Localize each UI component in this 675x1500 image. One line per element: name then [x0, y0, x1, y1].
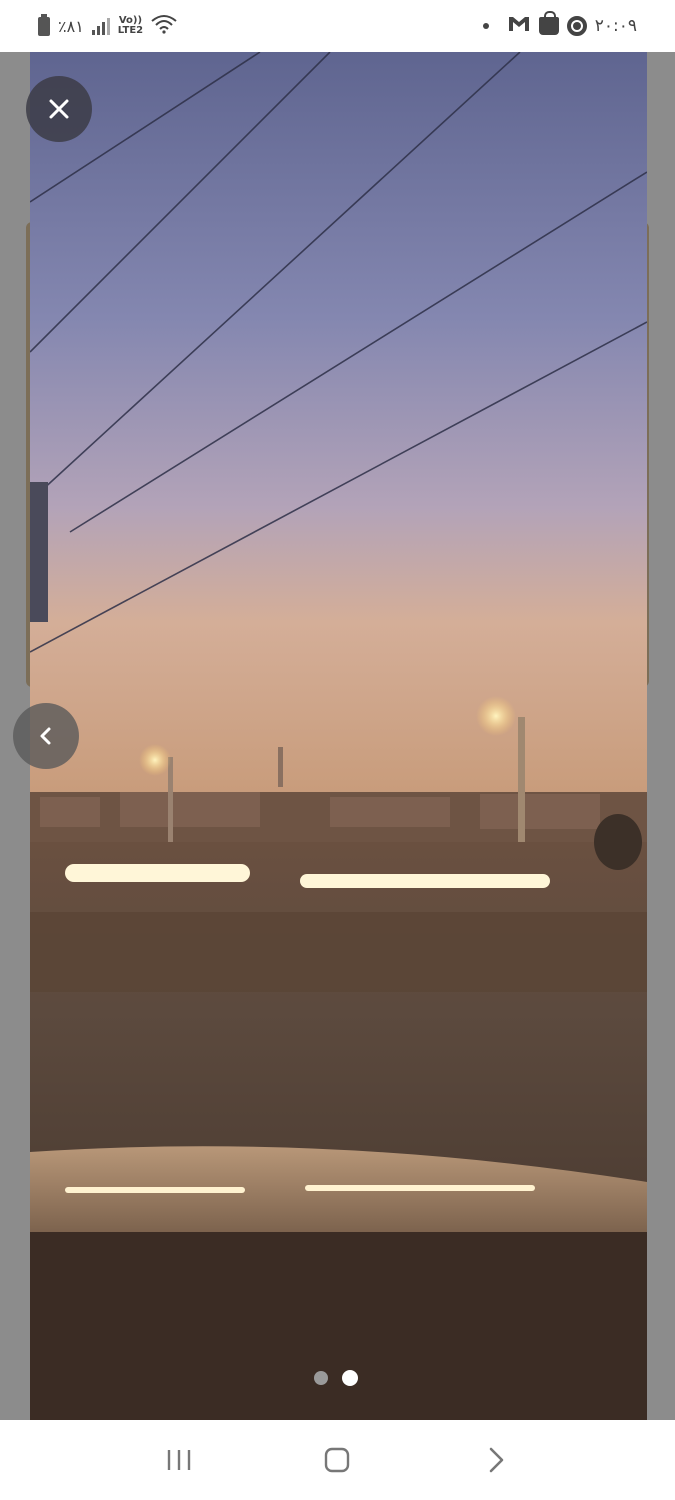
lte-label: LTE2 [117, 25, 144, 36]
battery-icon [38, 13, 50, 36]
status-right-group: ٢٠:٠٩ [482, 11, 637, 38]
home-icon [325, 1447, 350, 1473]
shopping-bag-icon [538, 11, 559, 35]
recent-apps-icon [167, 1450, 191, 1470]
gmail-icon [507, 14, 531, 38]
battery-percent: ٪٨١ [58, 16, 84, 36]
status-bar: ٪٨١ Vo)) LTE2 ٢٠:٠٩ [0, 0, 675, 52]
close-button[interactable] [26, 76, 92, 142]
chrome-icon [566, 16, 587, 36]
night-road-photo [30, 52, 647, 1420]
status-left-group: ٪٨١ Vo)) LTE2 [38, 13, 177, 39]
recent-apps-button[interactable] [149, 1430, 209, 1490]
previous-image-button[interactable] [13, 703, 79, 769]
home-button[interactable] [307, 1430, 367, 1490]
wifi-icon [151, 14, 177, 39]
page-dot-1[interactable] [314, 1371, 328, 1385]
navigation-bar [0, 1420, 675, 1500]
notification-dot-icon [482, 23, 489, 29]
chevron-left-icon [40, 727, 51, 745]
page-indicator [314, 1370, 358, 1386]
status-time: ٢٠:٠٩ [594, 16, 637, 36]
back-button[interactable] [466, 1430, 526, 1490]
back-icon [489, 1447, 504, 1473]
signal-icon [91, 17, 110, 35]
close-icon [49, 99, 69, 119]
photo-viewer-image[interactable] [30, 52, 647, 1420]
network-type-label: Vo)) LTE2 [118, 16, 143, 36]
page-dot-2-active[interactable] [342, 1370, 358, 1386]
